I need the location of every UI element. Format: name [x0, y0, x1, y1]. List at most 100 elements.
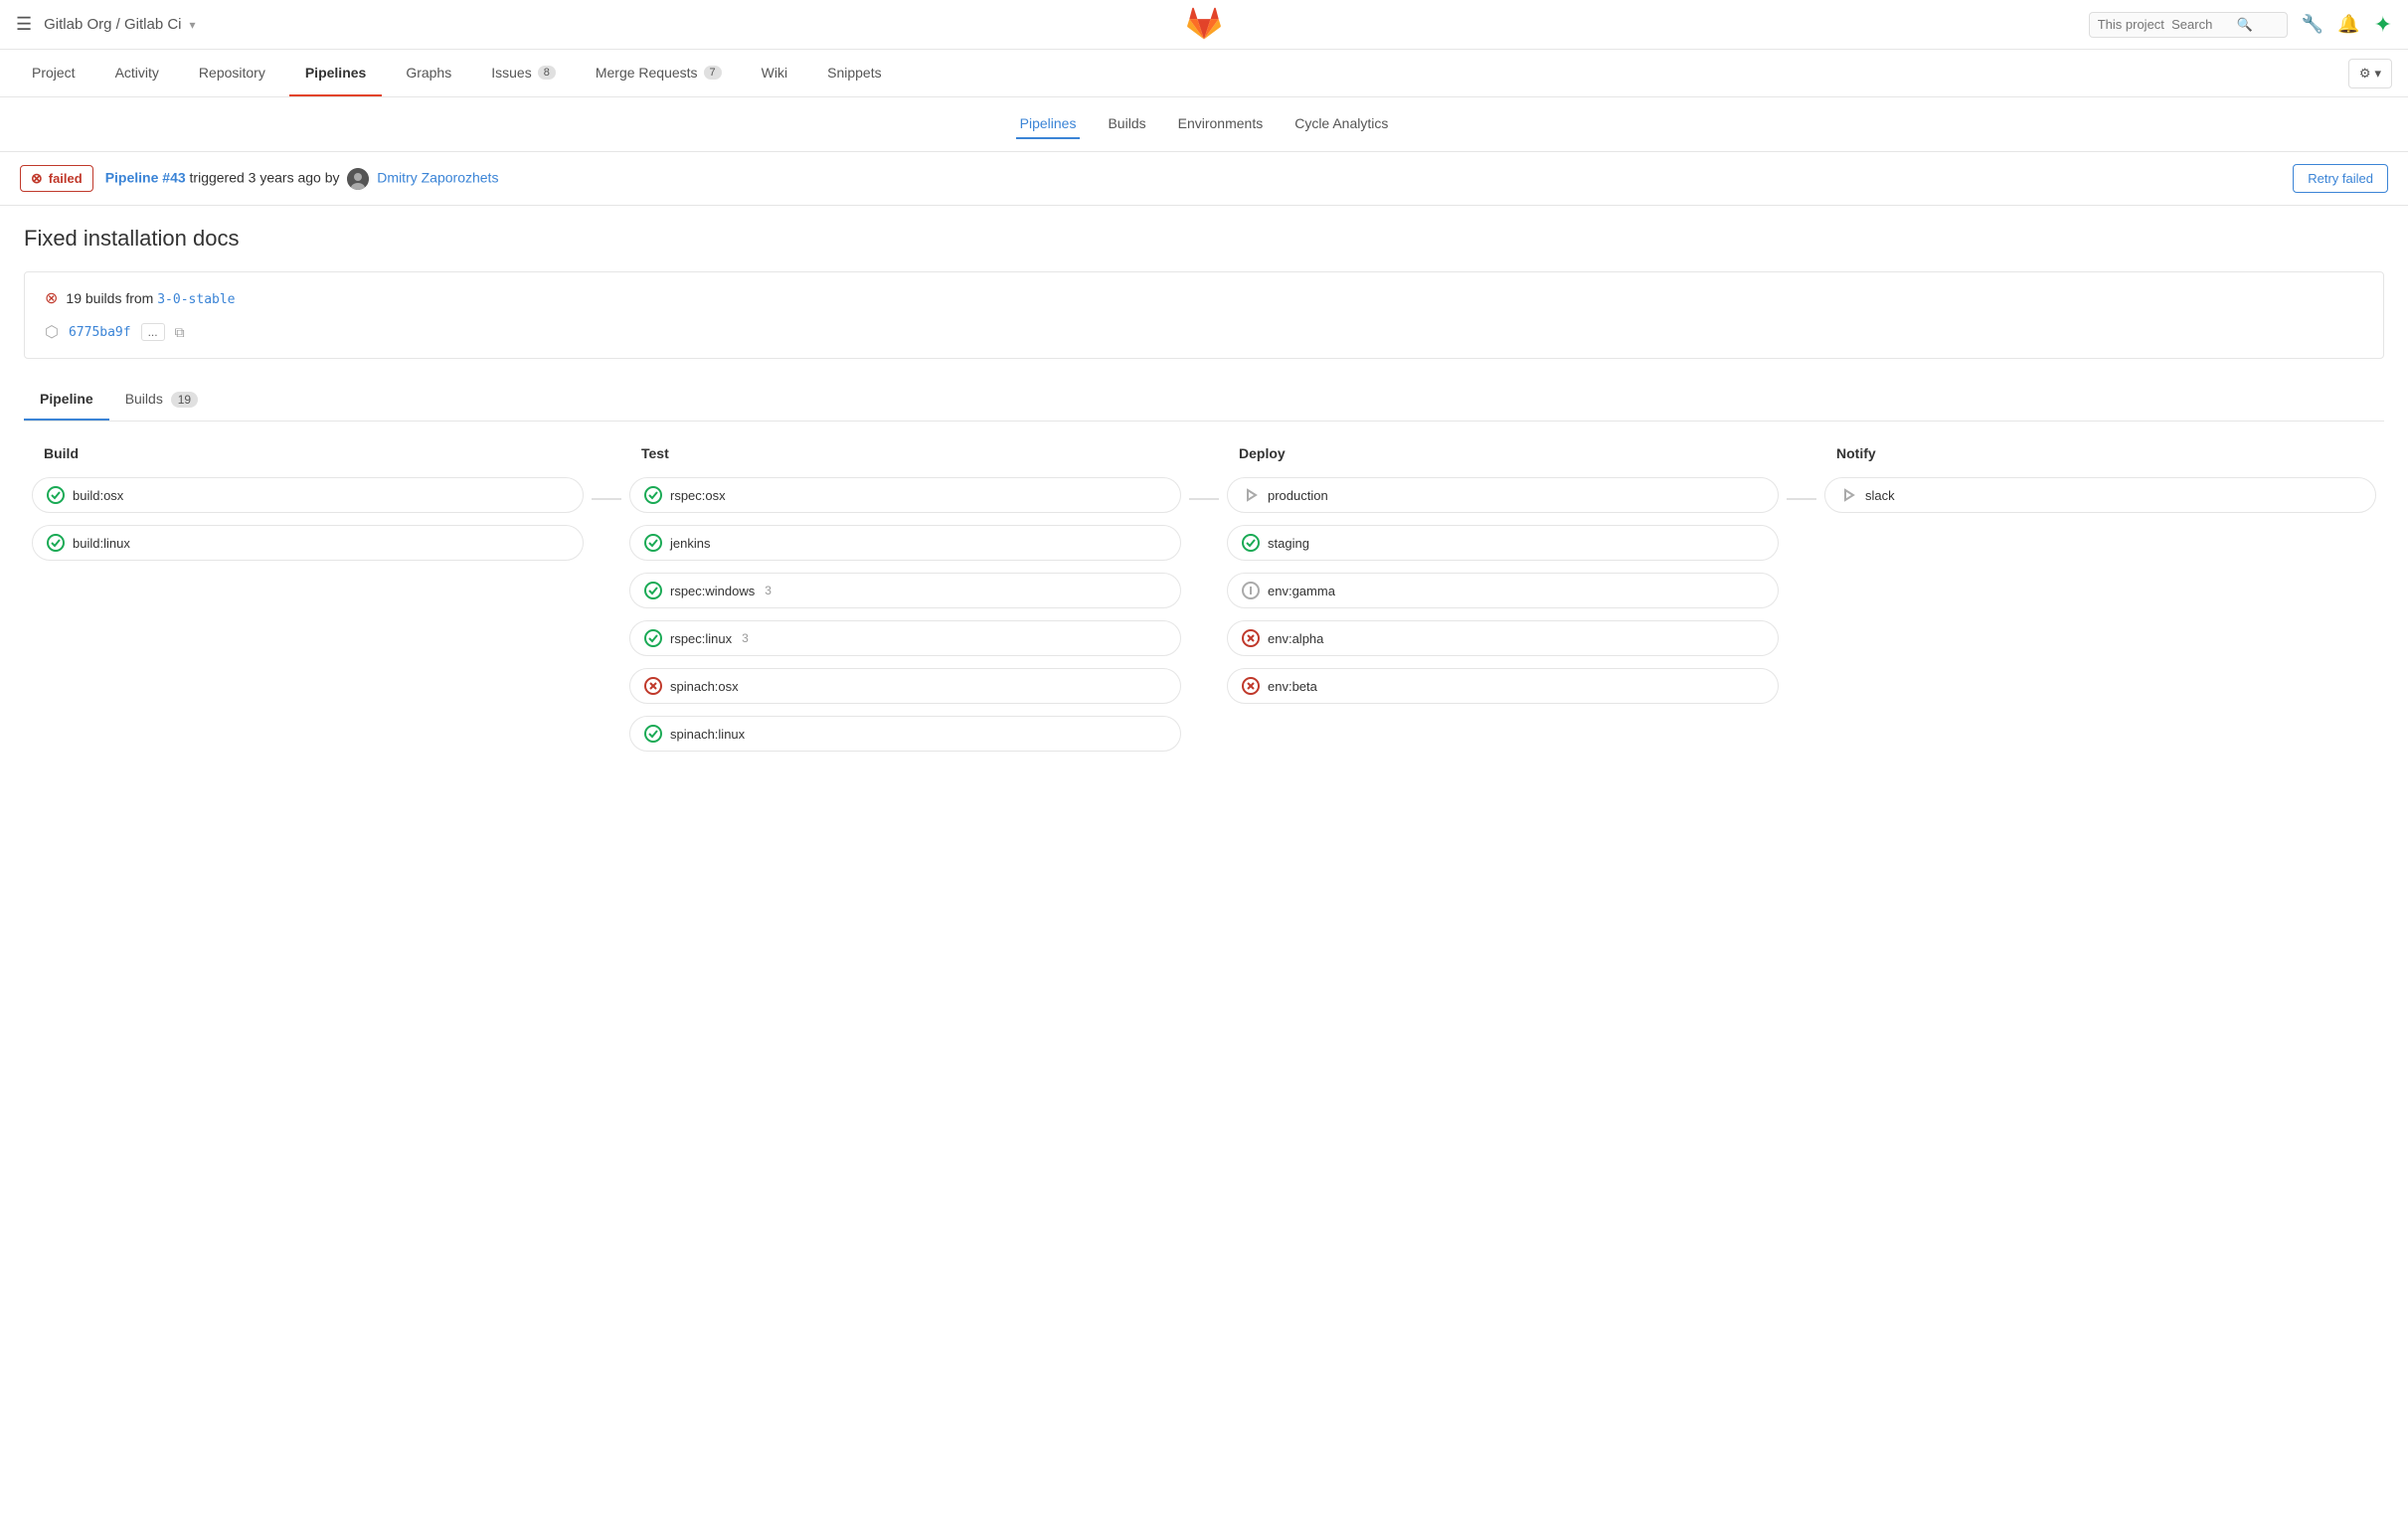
job-status-icon: [1242, 629, 1260, 647]
main-navigation: Project Activity Repository Pipelines Gr…: [0, 50, 2408, 97]
bell-icon[interactable]: 🔔: [2337, 14, 2359, 35]
gitlab-logo[interactable]: [1186, 5, 1222, 44]
stage-build: Build build:osx build:linux: [24, 445, 592, 752]
job-label: production: [1268, 488, 1328, 503]
stage-connector-0: [592, 445, 621, 752]
subnav-builds[interactable]: Builds: [1104, 109, 1149, 139]
nav-wiki[interactable]: Wiki: [746, 51, 803, 96]
username[interactable]: Dmitry Zaporozhets: [377, 169, 498, 185]
job-label: spinach:osx: [670, 679, 739, 694]
search-input[interactable]: [2098, 17, 2237, 32]
commit-ellipsis[interactable]: ...: [141, 323, 165, 341]
builds-text: 19 builds from 3-0-stable: [66, 290, 235, 307]
job-item-rspec:osx[interactable]: rspec:osx: [629, 477, 1181, 513]
stage-notify: Notify slack: [1816, 445, 2384, 752]
job-label: rspec:linux: [670, 631, 732, 646]
stage-test: Test rspec:osx jenkins rspec:windows 3 r…: [621, 445, 1189, 752]
builds-fail-icon: ⊗: [45, 288, 58, 308]
stage-header: Notify: [1816, 445, 2384, 477]
hamburger-menu[interactable]: ☰: [16, 14, 32, 35]
top-navigation: ☰ Gitlab Org / Gitlab Ci ▾ 🔍 🔧 🔔 ✦: [0, 0, 2408, 50]
main-content: Fixed installation docs ⊗ 19 builds from…: [0, 206, 2408, 771]
failed-badge: ⊗ failed: [20, 165, 93, 192]
subnav-cycle-analytics[interactable]: Cycle Analytics: [1290, 109, 1392, 139]
nav-repository[interactable]: Repository: [183, 51, 281, 96]
job-item-production[interactable]: production: [1227, 477, 1779, 513]
job-status-icon: [644, 486, 662, 504]
pipeline-status-bar: ⊗ failed Pipeline #43 triggered 3 years …: [0, 152, 2408, 206]
job-count: 3: [742, 631, 749, 645]
job-label: rspec:osx: [670, 488, 726, 503]
nav-merge-requests[interactable]: Merge Requests 7: [580, 51, 738, 96]
builds-info: ⊗ 19 builds from 3-0-stable: [45, 288, 2363, 308]
pipeline-info: Pipeline #43 triggered 3 years ago by Dm…: [105, 168, 499, 190]
nav-activity[interactable]: Activity: [99, 51, 175, 96]
stage-jobs: production staging env:gamma env:alpha e…: [1219, 477, 1787, 704]
job-status-icon: [1242, 677, 1260, 695]
job-item-spinach:linux[interactable]: spinach:linux: [629, 716, 1181, 752]
nav-graphs[interactable]: Graphs: [390, 51, 467, 96]
user-menu-icon[interactable]: ✦: [2374, 12, 2392, 38]
settings-button[interactable]: ⚙ ▾: [2348, 59, 2392, 88]
stage-jobs: build:osx build:linux: [24, 477, 592, 561]
job-status-icon: [644, 534, 662, 552]
subnav-environments[interactable]: Environments: [1174, 109, 1268, 139]
stage-jobs: slack: [1816, 477, 2384, 513]
job-item-env:alpha[interactable]: env:alpha: [1227, 620, 1779, 656]
status-left: ⊗ failed Pipeline #43 triggered 3 years …: [20, 165, 498, 192]
nav-snippets[interactable]: Snippets: [811, 51, 897, 96]
job-item-rspec:linux[interactable]: rspec:linux 3: [629, 620, 1181, 656]
nav-issues[interactable]: Issues 8: [475, 51, 572, 96]
breadcrumb-caret: ▾: [190, 18, 196, 32]
commit-hash[interactable]: 6775ba9f: [69, 325, 131, 340]
job-label: env:alpha: [1268, 631, 1323, 646]
job-item-staging[interactable]: staging: [1227, 525, 1779, 561]
tab-pipeline[interactable]: Pipeline: [24, 379, 109, 421]
job-item-env:gamma[interactable]: env:gamma: [1227, 573, 1779, 608]
job-item-spinach:osx[interactable]: spinach:osx: [629, 668, 1181, 704]
job-status-icon: [1839, 486, 1857, 504]
job-label: build:linux: [73, 536, 130, 551]
job-label: slack: [1865, 488, 1895, 503]
stage-jobs: rspec:osx jenkins rspec:windows 3 rspec:…: [621, 477, 1189, 752]
user-avatar: [347, 168, 369, 190]
builds-tab-badge: 19: [171, 392, 198, 408]
job-item-env:beta[interactable]: env:beta: [1227, 668, 1779, 704]
stage-header: Build: [24, 445, 592, 477]
breadcrumb-text[interactable]: Gitlab Org / Gitlab Ci: [44, 16, 181, 33]
wrench-icon[interactable]: 🔧: [2302, 14, 2323, 35]
pipeline-graph: Build build:osx build:linux Test rspec:o…: [24, 445, 2384, 752]
stage-deploy: Deploy production staging env:gamma env:…: [1219, 445, 1787, 752]
pipeline-card: ⊗ 19 builds from 3-0-stable ⬡ 6775ba9f .…: [24, 271, 2384, 359]
commit-dot-icon: ⬡: [45, 322, 59, 342]
job-item-build:osx[interactable]: build:osx: [32, 477, 584, 513]
pipeline-number[interactable]: Pipeline #43: [105, 169, 186, 185]
nav-pipelines[interactable]: Pipelines: [289, 51, 382, 96]
tab-builds[interactable]: Builds 19: [109, 379, 214, 421]
stage-connector-2: [1787, 445, 1816, 752]
merge-requests-badge: 7: [704, 66, 722, 80]
copy-button[interactable]: ⧉: [175, 324, 185, 341]
pipeline-tabs: Pipeline Builds 19: [24, 379, 2384, 422]
failed-icon: ⊗: [31, 170, 43, 187]
job-status-icon: [47, 534, 65, 552]
job-status-icon: [644, 629, 662, 647]
job-item-rspec:windows[interactable]: rspec:windows 3: [629, 573, 1181, 608]
stage-header: Deploy: [1219, 445, 1787, 477]
sub-navigation: Pipelines Builds Environments Cycle Anal…: [0, 97, 2408, 152]
retry-failed-button[interactable]: Retry failed: [2293, 164, 2388, 193]
job-item-slack[interactable]: slack: [1824, 477, 2376, 513]
job-item-jenkins[interactable]: jenkins: [629, 525, 1181, 561]
search-icon: 🔍: [2237, 17, 2253, 33]
job-label: spinach:linux: [670, 727, 745, 742]
job-status-icon: [644, 582, 662, 599]
job-status-icon: [644, 725, 662, 743]
nav-project[interactable]: Project: [16, 51, 91, 96]
branch-link[interactable]: 3-0-stable: [157, 292, 235, 307]
job-label: rspec:windows: [670, 584, 755, 598]
issues-badge: 8: [538, 66, 556, 80]
search-box[interactable]: 🔍: [2089, 12, 2288, 38]
subnav-pipelines[interactable]: Pipelines: [1016, 109, 1081, 139]
job-status-icon: [47, 486, 65, 504]
job-item-build:linux[interactable]: build:linux: [32, 525, 584, 561]
